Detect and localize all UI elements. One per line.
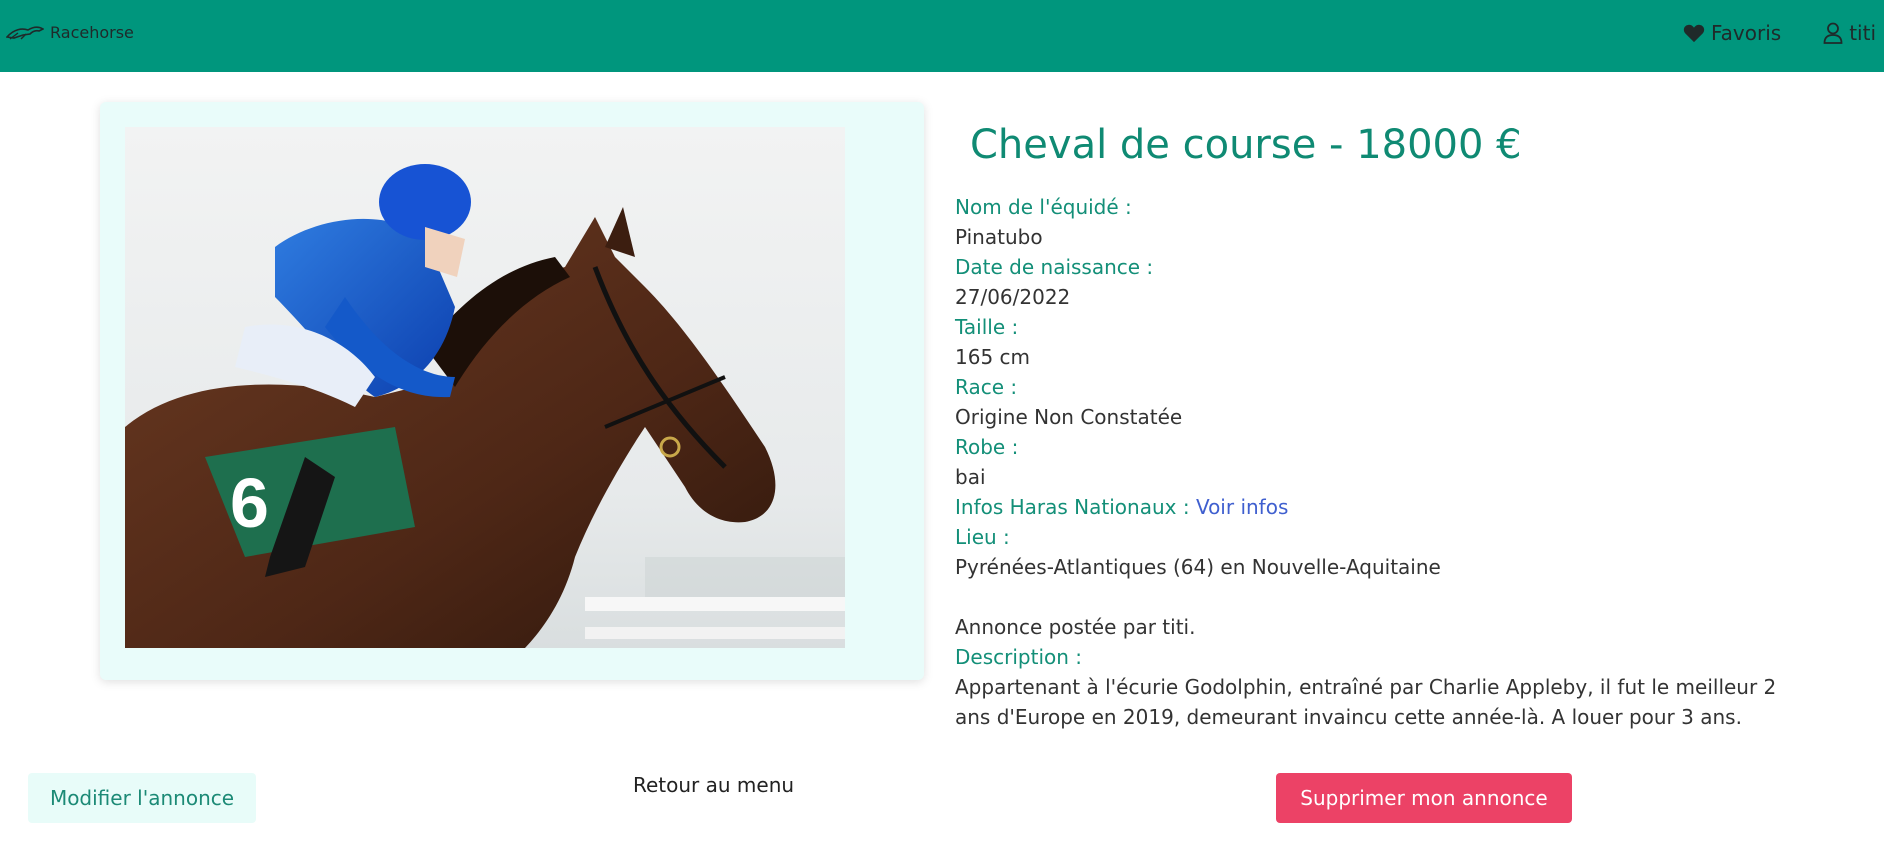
svg-text:6: 6 [230, 464, 269, 542]
breed-label: Race : [955, 375, 1018, 399]
haras-row: Infos Haras Nationaux : Voir infos [955, 492, 1785, 522]
location-value: Pyrénées-Atlantiques (64) en Nouvelle-Aq… [955, 555, 1441, 579]
photo-card: 6 [100, 102, 924, 680]
nav-user-link[interactable]: titi [1823, 21, 1876, 45]
breed-value: Origine Non Constatée [955, 405, 1183, 429]
name-value: Pinatubo [955, 225, 1043, 249]
birth-date-label: Date de naissance : [955, 255, 1154, 279]
nav-favorites-label: Favoris [1711, 21, 1782, 45]
description-text: Appartenant à l'écurie Godolphin, entraî… [955, 675, 1777, 729]
name-label: Nom de l'équidé : [955, 195, 1132, 219]
posted-by-text: Annonce postée par titi. [955, 615, 1196, 639]
details-spacer [955, 582, 1785, 612]
nav-favorites-link[interactable]: Favoris [1683, 21, 1781, 45]
navbar: Racehorse Favoris titi [0, 0, 1884, 72]
brand-link[interactable]: Racehorse [6, 20, 134, 44]
heart-icon [1683, 23, 1705, 43]
description-label: Description : [955, 645, 1083, 669]
haras-label: Infos Haras Nationaux : [955, 495, 1190, 519]
coat-label: Robe : [955, 435, 1019, 459]
height-value: 165 cm [955, 345, 1031, 369]
location-label: Lieu : [955, 525, 1010, 549]
user-icon [1823, 22, 1843, 44]
delete-listing-button[interactable]: Supprimer mon annonce [1276, 773, 1572, 823]
nav-user-label: titi [1849, 21, 1876, 45]
listing-details: Cheval de course - 18000 € Nom de l'équi… [955, 110, 1785, 732]
nav-right: Favoris titi [1683, 18, 1876, 48]
height-label: Taille : [955, 315, 1019, 339]
horse-photo: 6 [125, 127, 845, 648]
haras-info-link[interactable]: Voir infos [1196, 495, 1288, 519]
back-to-menu-link[interactable]: Retour au menu [633, 773, 794, 803]
birth-date-value: 27/06/2022 [955, 285, 1071, 309]
edit-listing-button[interactable]: Modifier l'annonce [28, 773, 256, 823]
coat-value: bai [955, 465, 986, 489]
listing-title: Cheval de course - 18000 € [970, 122, 1522, 168]
brand-name: Racehorse [50, 22, 134, 42]
horse-logo-icon [6, 24, 44, 40]
